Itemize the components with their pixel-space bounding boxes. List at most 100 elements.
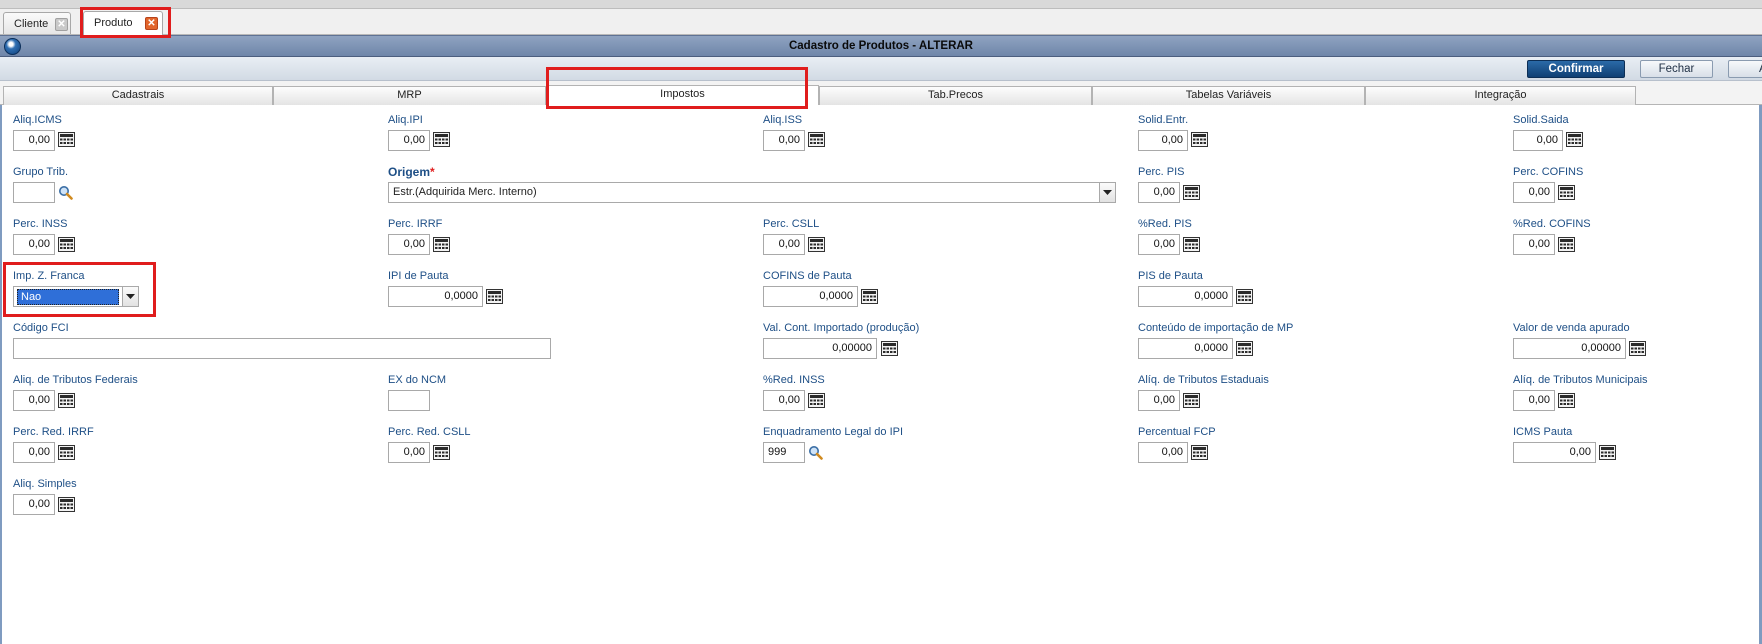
solid-entr-field[interactable]: 0,00 — [1138, 130, 1188, 151]
calculator-icon[interactable] — [808, 132, 825, 147]
ipi-pauta-field[interactable]: 0,0000 — [388, 286, 483, 307]
doc-tab-label: Cliente — [14, 18, 49, 30]
calculator-icon[interactable] — [486, 289, 503, 304]
chevron-down-icon[interactable] — [122, 287, 138, 306]
calculator-icon[interactable] — [1191, 445, 1208, 460]
perc-csll-field[interactable]: 0,00 — [763, 234, 805, 255]
aliq-simples-field[interactable]: 0,00 — [13, 494, 55, 515]
calculator-icon[interactable] — [1558, 185, 1575, 200]
confirm-button[interactable]: Confirmar — [1527, 60, 1625, 78]
codigo-fci-field[interactable] — [13, 338, 551, 359]
tab-tab-precos[interactable]: Tab.Precos — [819, 86, 1092, 105]
red-pis-field[interactable]: 0,00 — [1138, 234, 1180, 255]
search-icon[interactable] — [808, 445, 823, 460]
doc-tab-label: Produto — [94, 17, 133, 29]
val-cont-importado-label: Val. Cont. Importado (produção) — [763, 322, 920, 334]
red-cofins-field[interactable]: 0,00 — [1513, 234, 1555, 255]
perc-pis-label: Perc. PIS — [1138, 166, 1185, 178]
tab-impostos[interactable]: Impostos — [546, 85, 819, 106]
calculator-icon[interactable] — [1236, 341, 1253, 356]
val-cont-importado-field[interactable]: 0,00000 — [763, 338, 877, 359]
calculator-icon[interactable] — [1558, 393, 1575, 408]
perc-red-csll-field[interactable]: 0,00 — [388, 442, 430, 463]
conteudo-importacao-label: Conteúdo de importação de MP — [1138, 322, 1294, 334]
perc-red-irrf-field[interactable]: 0,00 — [13, 442, 55, 463]
percentual-fcp-field[interactable]: 0,00 — [1138, 442, 1188, 463]
calculator-icon[interactable] — [1558, 237, 1575, 252]
enquadramento-ipi-field[interactable]: 999 — [763, 442, 805, 463]
red-inss-field[interactable]: 0,00 — [763, 390, 805, 411]
calculator-icon[interactable] — [808, 393, 825, 408]
close-icon[interactable]: ✕ — [145, 17, 158, 30]
ex-ncm-field[interactable] — [388, 390, 430, 411]
aliq-trib-municipais-label: Alíq. de Tributos Municipais — [1513, 374, 1648, 386]
ipi-pauta-label: IPI de Pauta — [388, 270, 449, 282]
calculator-icon[interactable] — [1183, 237, 1200, 252]
calculator-icon[interactable] — [1566, 132, 1583, 147]
cofins-pauta-field[interactable]: 0,0000 — [763, 286, 858, 307]
aliq-ipi-label: Aliq.IPI — [388, 114, 423, 126]
aliq-trib-federais-label: Aliq. de Tributos Federais — [13, 374, 138, 386]
solid-saida-field[interactable]: 0,00 — [1513, 130, 1563, 151]
partial-button[interactable]: A — [1728, 60, 1762, 78]
red-pis-label: %Red. PIS — [1138, 218, 1192, 230]
calculator-icon[interactable] — [58, 237, 75, 252]
calculator-icon[interactable] — [58, 497, 75, 512]
calculator-icon[interactable] — [1236, 289, 1253, 304]
imp-z-franca-select[interactable]: Nao — [13, 286, 139, 307]
close-button[interactable]: Fechar — [1640, 60, 1713, 78]
tab-integracao[interactable]: Integração — [1365, 86, 1636, 105]
origem-label: Origem* — [388, 165, 435, 179]
aliq-icms-field[interactable]: 0,00 — [13, 130, 55, 151]
chevron-down-icon[interactable] — [1099, 183, 1115, 202]
tab-tabelas-variaveis[interactable]: Tabelas Variáveis — [1092, 86, 1365, 105]
window-title-bar: Cadastro de Produtos - ALTERAR — [0, 35, 1762, 57]
doc-tab-produto[interactable]: Produto ✕ — [83, 11, 163, 35]
calculator-icon[interactable] — [58, 445, 75, 460]
aliq-iss-label: Aliq.ISS — [763, 114, 803, 126]
grupo-trib-field[interactable] — [13, 182, 55, 203]
perc-cofins-label: Perc. COFINS — [1513, 166, 1584, 178]
close-icon[interactable]: ✕ — [55, 18, 68, 31]
calculator-icon[interactable] — [433, 445, 450, 460]
tab-cadastrais[interactable]: Cadastrais — [3, 86, 273, 105]
valor-venda-apurado-field[interactable]: 0,00000 — [1513, 338, 1626, 359]
cofins-pauta-label: COFINS de Pauta — [763, 270, 852, 282]
perc-irrf-field[interactable]: 0,00 — [388, 234, 430, 255]
doc-tab-cliente[interactable]: Cliente ✕ — [3, 12, 71, 34]
perc-irrf-label: Perc. IRRF — [388, 218, 443, 230]
aliq-trib-estaduais-label: Alíq. de Tributos Estaduais — [1138, 374, 1269, 386]
aliq-trib-federais-field[interactable]: 0,00 — [13, 390, 55, 411]
window-title: Cadastro de Produtos - ALTERAR — [788, 40, 973, 52]
icms-pauta-field[interactable]: 0,00 — [1513, 442, 1596, 463]
pis-pauta-field[interactable]: 0,0000 — [1138, 286, 1233, 307]
calculator-icon[interactable] — [58, 393, 75, 408]
calculator-icon[interactable] — [1599, 445, 1616, 460]
calculator-icon[interactable] — [808, 237, 825, 252]
perc-pis-field[interactable]: 0,00 — [1138, 182, 1180, 203]
top-window-strip — [0, 0, 1762, 9]
conteudo-importacao-field[interactable]: 0,0000 — [1138, 338, 1233, 359]
aliq-iss-field[interactable]: 0,00 — [763, 130, 805, 151]
pis-pauta-label: PIS de Pauta — [1138, 270, 1203, 282]
aliq-trib-estaduais-field[interactable]: 0,00 — [1138, 390, 1180, 411]
aliq-ipi-field[interactable]: 0,00 — [388, 130, 430, 151]
origem-select[interactable]: Estr.(Adquirida Merc. Interno) — [388, 182, 1116, 203]
calculator-icon[interactable] — [881, 341, 898, 356]
calculator-icon[interactable] — [1183, 393, 1200, 408]
tab-mrp[interactable]: MRP — [273, 86, 546, 105]
calculator-icon[interactable] — [861, 289, 878, 304]
calculator-icon[interactable] — [1191, 132, 1208, 147]
perc-inss-field[interactable]: 0,00 — [13, 234, 55, 255]
imp-z-franca-value: Nao — [17, 289, 119, 305]
calculator-icon[interactable] — [58, 132, 75, 147]
red-inss-label: %Red. INSS — [763, 374, 825, 386]
calculator-icon[interactable] — [433, 132, 450, 147]
calculator-icon[interactable] — [1183, 185, 1200, 200]
calculator-icon[interactable] — [433, 237, 450, 252]
calculator-icon[interactable] — [1629, 341, 1646, 356]
perc-cofins-field[interactable]: 0,00 — [1513, 182, 1555, 203]
aliq-trib-municipais-field[interactable]: 0,00 — [1513, 390, 1555, 411]
section-tab-bar: Cadastrais MRP Impostos Tab.Precos Tabel… — [0, 81, 1762, 106]
search-icon[interactable] — [58, 185, 73, 200]
